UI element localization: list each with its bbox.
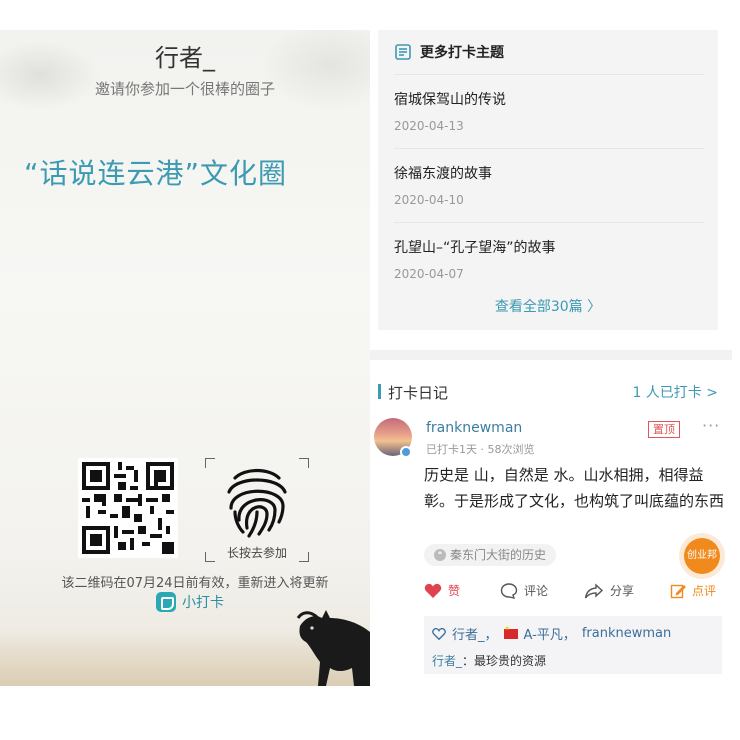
comment-button[interactable]: 评论 [500, 582, 548, 599]
topic-title: 孔望山–“孔子望海”的故事 [394, 240, 556, 256]
poster-user-name: 行者_ [155, 44, 215, 72]
likes-row: 行者_， A-平凡， franknewman [432, 624, 671, 643]
invite-poster: 行者_ 邀请你参加一个很棒的圈子 “话说连云港”文化圈 长按去参加 该二维码在0… [0, 30, 370, 686]
likes-and-comments: 行者_， A-平凡， franknewman 行者_：最珍贵的资源 [424, 616, 722, 674]
topic-date: 2020-04-13 [394, 119, 464, 133]
brand-logo-icon [156, 592, 176, 612]
liker-name[interactable]: A-平凡， [524, 624, 576, 643]
topic-title: 宿城保驾山的传说 [394, 92, 506, 108]
section-divider [370, 350, 732, 360]
brand: 小打卡 [156, 592, 224, 612]
buffalo-illustration [296, 610, 370, 686]
scan-corner [205, 458, 215, 468]
topic-title: 徐福东渡的故事 [394, 166, 492, 182]
china-flag-icon [503, 625, 518, 639]
edit-note-icon [670, 584, 686, 598]
comment-author[interactable]: 行者_ [432, 654, 462, 668]
like-button[interactable]: 赞 [424, 582, 460, 599]
document-list-icon [395, 44, 411, 60]
post-author[interactable]: franknewman [426, 420, 522, 436]
liker-name[interactable]: 行者_， [452, 624, 498, 643]
qr-validity-note: 该二维码在07月24日前有效，重新进入将更新 [61, 576, 329, 591]
qr-code[interactable] [78, 458, 178, 558]
pinned-badge: 置顶 [648, 421, 680, 438]
comment-item: 行者_：最珍贵的资源 [432, 652, 546, 669]
section-accent-bar [378, 384, 381, 399]
brand-name: 小打卡 [182, 595, 224, 611]
view-all-link[interactable]: 查看全部30篇 〉 [378, 296, 718, 316]
topic-tag[interactable]: ❝ 秦东门大街的历史 [424, 544, 557, 566]
comment-text: ：最珍贵的资源 [462, 654, 547, 668]
fingerprint-icon [227, 468, 287, 538]
share-button[interactable]: 分享 [584, 582, 634, 599]
review-label: 点评 [692, 584, 717, 598]
like-label: 赞 [448, 584, 461, 598]
poster-invite-text: 邀请你参加一个很棒的圈子 [94, 80, 275, 98]
topics-header-text: 更多打卡主题 [420, 45, 504, 61]
scan-corner [299, 458, 309, 468]
liker-name[interactable]: franknewman [582, 626, 671, 641]
post-actions: 赞 评论 分享 点评 [424, 582, 720, 604]
circle-title: “话说连云港”文化圈 [24, 157, 288, 190]
heart-icon [424, 583, 442, 598]
topic-date: 2020-04-07 [394, 267, 464, 281]
comment-bubble-icon [500, 582, 518, 599]
heart-outline-icon [432, 627, 446, 640]
share-label: 分享 [610, 584, 635, 598]
post-meta: 已打卡1天 · 58次浏览 [426, 443, 535, 456]
topic-item[interactable]: 宿城保驾山的传说 2020-04-13 [394, 74, 704, 133]
post-body: 历史是 山，自然是 水。山水相拥，相得益彰。于是形成了文化，也构筑了叫底蕴的东西 [424, 466, 725, 510]
topics-header: 更多打卡主题 [394, 42, 504, 62]
topic-item[interactable]: 孔望山–“孔子望海”的故事 2020-04-07 [394, 222, 704, 281]
checkin-count-link[interactable]: 1 人已打卡 > [632, 382, 718, 402]
verified-badge-icon [400, 446, 412, 458]
topic-item[interactable]: 徐福东渡的故事 2020-04-10 [394, 148, 704, 207]
topic-date: 2020-04-10 [394, 193, 464, 207]
more-topics-card: 更多打卡主题 宿城保驾山的传说 2020-04-13 徐福东渡的故事 2020-… [378, 30, 718, 330]
floating-brand-button[interactable]: 创业邦 [684, 538, 720, 574]
fingerprint-label: 长按去参加 [226, 546, 287, 560]
quote-icon: ❝ [434, 549, 446, 561]
checkin-diary-section: 打卡日记 1 人已打卡 > franknewman 已打卡1天 · 58次浏览 … [370, 350, 732, 686]
diary-title: 打卡日记 [388, 384, 449, 402]
share-arrow-icon [584, 582, 604, 598]
more-options-button[interactable]: ··· [702, 416, 720, 435]
topic-tag-label: 秦东门大街的历史 [450, 548, 547, 562]
comment-label: 评论 [524, 584, 549, 598]
review-button[interactable]: 点评 [670, 582, 716, 599]
